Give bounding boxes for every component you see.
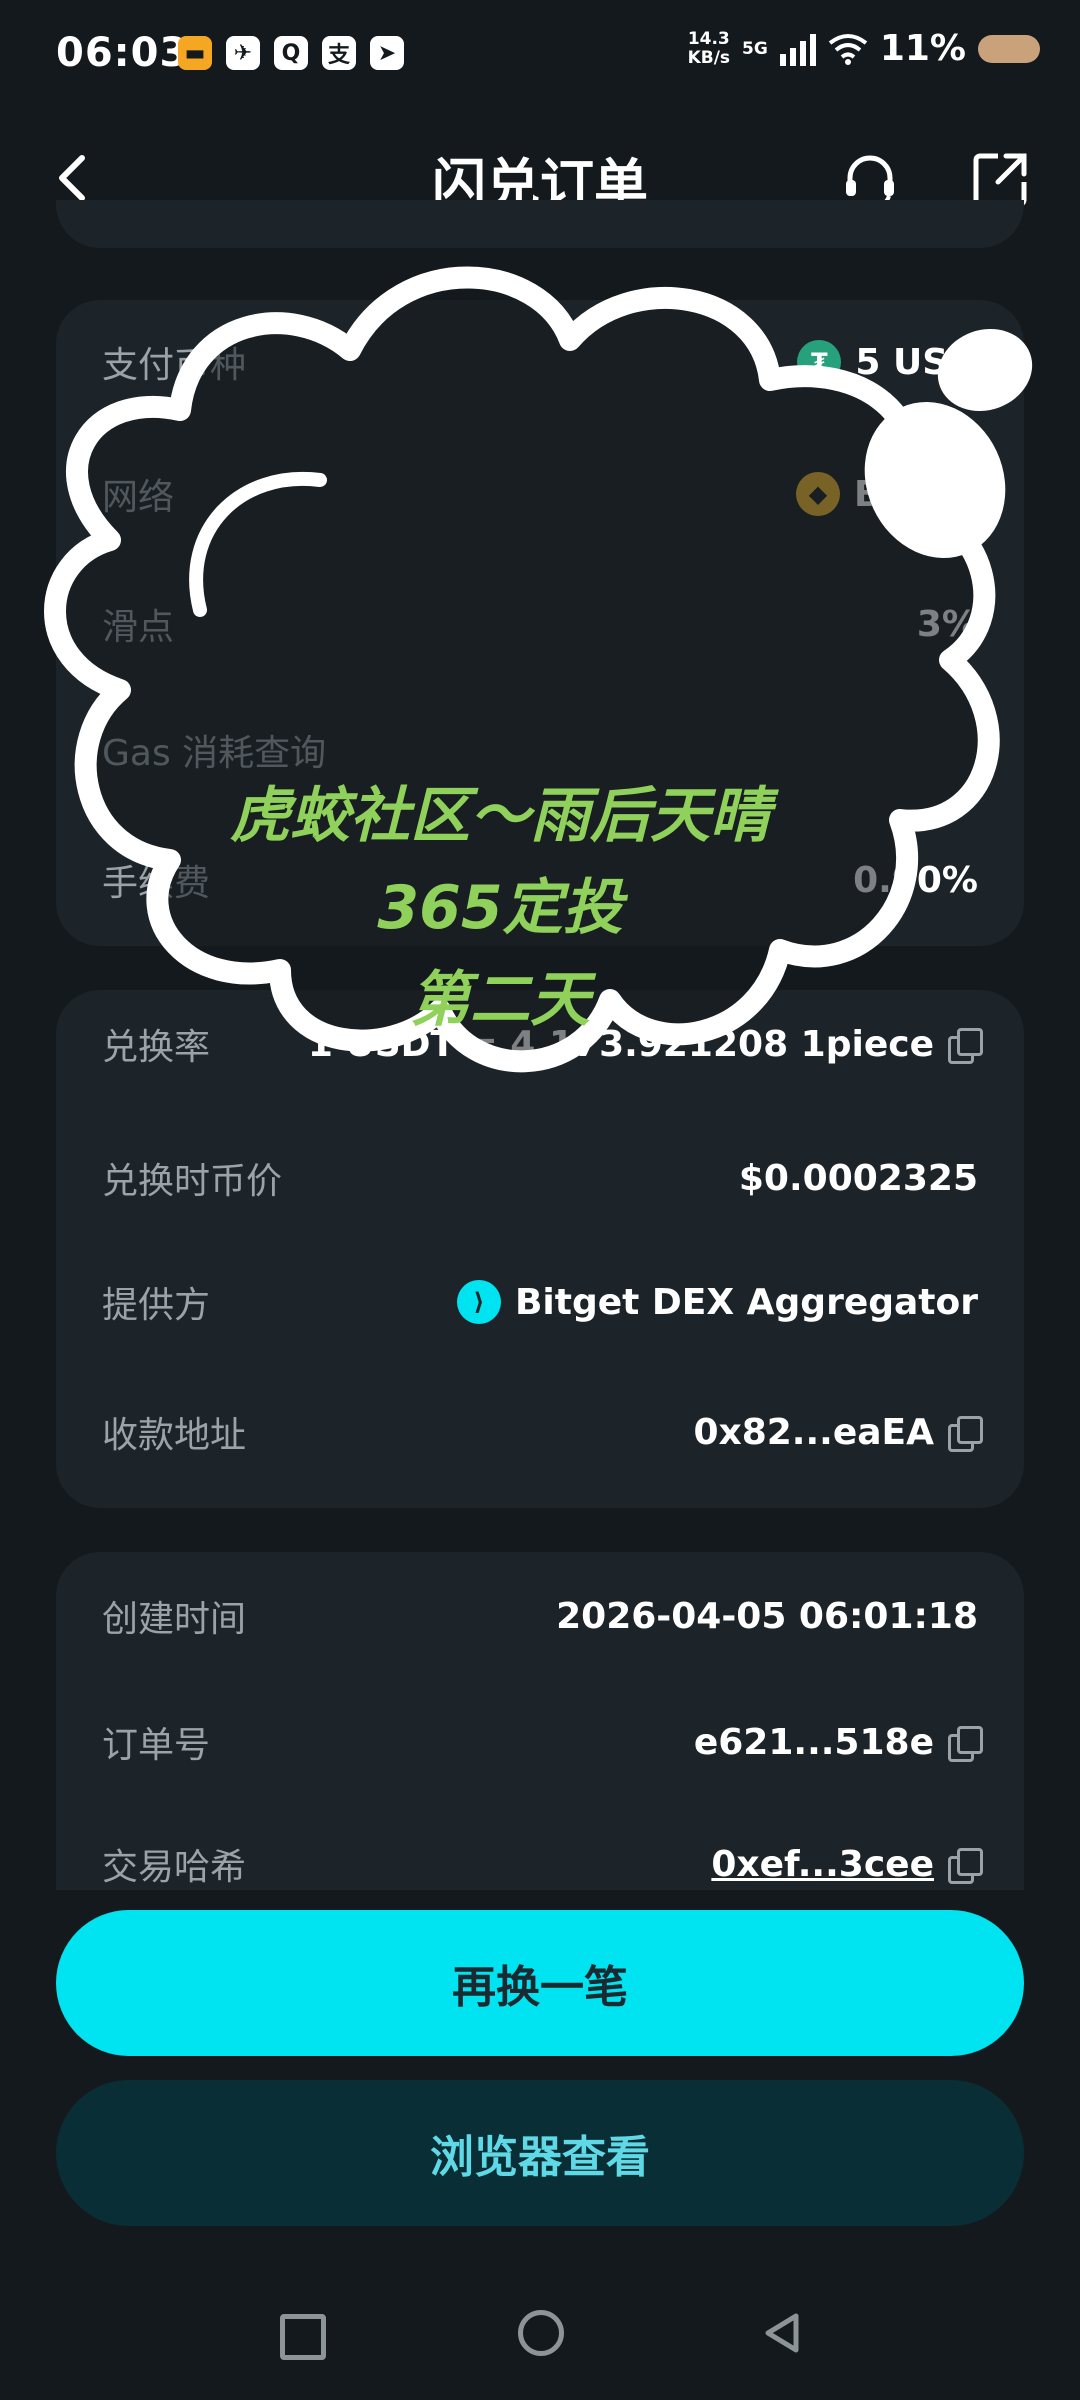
row-value: ⟩ Bitget DEX Aggregator [456, 1280, 978, 1324]
swap-icon[interactable] [948, 1028, 983, 1064]
receive-address-row: 收款地址 0x82...eaEA [102, 1402, 983, 1462]
row-value: 1 USDT = 4,173.921208 1piece [308, 1024, 983, 1065]
signal-icon [779, 32, 816, 66]
row-label: Gas 消耗查询 [102, 733, 327, 774]
notification-icons: ▬ ✈ Q 支 ➤ [178, 36, 404, 70]
tx-hash-link[interactable]: 0xef...3cee [711, 1844, 934, 1885]
status-right: 14.3 KB/s 5G 11% [688, 28, 1040, 69]
system-back-icon[interactable] [760, 2310, 806, 2356]
row-label: 创建时间 [102, 1599, 247, 1640]
bitget-logo-icon: ⟩ [456, 1280, 501, 1324]
battery-percent: 11% [879, 28, 966, 69]
row-label: 网络 [102, 477, 175, 518]
price-row: 兑换时币价 $0.0002325 [102, 1148, 978, 1208]
usdt-coin-icon: ₮ [797, 340, 842, 384]
row-label: 手续费 [102, 863, 211, 904]
wifi-icon [828, 33, 868, 65]
battery-icon [978, 34, 1040, 63]
provider-row: 提供方 ⟩ Bitget DEX Aggregator [102, 1272, 978, 1332]
order-id-row: 订单号 e621...518e [102, 1712, 983, 1772]
status-bar: 06:03 ▬ ✈ Q 支 ➤ 14.3 KB/s 5G 11% [0, 0, 1080, 110]
row-value: e621...518e [694, 1722, 983, 1763]
row-label: 提供方 [102, 1285, 211, 1326]
swap-again-button[interactable]: 再换一笔 [56, 1910, 1024, 2056]
search-notification-icon: Q [274, 36, 308, 70]
payment-info-card: 支付币种 ₮ 5 USD 网络 ◆ BNB C 滑点 3% Gas 消耗查询 手… [56, 300, 1024, 946]
bird-notification-icon: ✈ [226, 36, 260, 70]
home-icon[interactable] [518, 2310, 564, 2356]
view-in-browser-button[interactable]: 浏览器查看 [56, 2080, 1024, 2226]
copy-icon[interactable] [948, 1848, 983, 1884]
pay-currency-row: 支付币种 ₮ 5 USD [102, 332, 978, 392]
previous-card-edge [56, 200, 1024, 248]
row-value: ₮ 5 USD [797, 340, 978, 384]
app-notification-icon: ▬ [178, 36, 212, 70]
row-value: 0x82...eaEA [693, 1412, 983, 1453]
slippage-row: 滑点 3% [102, 594, 978, 654]
row-label: 兑换率 [102, 1027, 211, 1068]
status-time: 06:03 [56, 30, 189, 76]
row-label: 订单号 [102, 1725, 211, 1766]
row-label: 支付币种 [102, 345, 247, 386]
bnb-coin-icon: ◆ [796, 472, 841, 516]
exchange-info-card: 兑换率 1 USDT = 4,173.921208 1piece 兑换时币价 $… [56, 990, 1024, 1508]
row-value: ◆ BNB C [796, 472, 978, 516]
recents-icon[interactable] [280, 2314, 326, 2360]
tx-hash-row: 交易哈希 0xef...3cee [102, 1834, 983, 1890]
row-label: 收款地址 [102, 1415, 247, 1456]
row-value: 0.90% [853, 859, 978, 901]
row-label: 兑换时币价 [102, 1161, 283, 1202]
row-label: 交易哈希 [102, 1847, 247, 1888]
network-type: 5G [742, 38, 768, 59]
fee-row: 手续费 0.90% [102, 850, 978, 910]
copy-icon[interactable] [948, 1416, 983, 1452]
row-value: 3% [916, 603, 978, 645]
row-value: 2026-04-05 06:01:18 [556, 1595, 978, 1637]
created-time-row: 创建时间 2026-04-05 06:01:18 [102, 1586, 978, 1646]
order-info-card: 创建时间 2026-04-05 06:01:18 订单号 e621...518e… [56, 1552, 1024, 1890]
pay-notification-icon: 支 [322, 36, 356, 70]
gas-query-row[interactable]: Gas 消耗查询 [102, 720, 978, 780]
row-value: 0xef...3cee [711, 1844, 983, 1885]
network-row: 网络 ◆ BNB C [102, 464, 978, 524]
network-speed: 14.3 KB/s [687, 28, 731, 68]
copy-icon[interactable] [948, 1726, 983, 1762]
row-value: $0.0002325 [738, 1157, 978, 1199]
row-label: 滑点 [102, 607, 175, 648]
exchange-rate-row: 兑换率 1 USDT = 4,173.921208 1piece [102, 1014, 983, 1074]
telegram-notification-icon: ➤ [370, 36, 404, 70]
system-navigation-bar [0, 2290, 1080, 2380]
